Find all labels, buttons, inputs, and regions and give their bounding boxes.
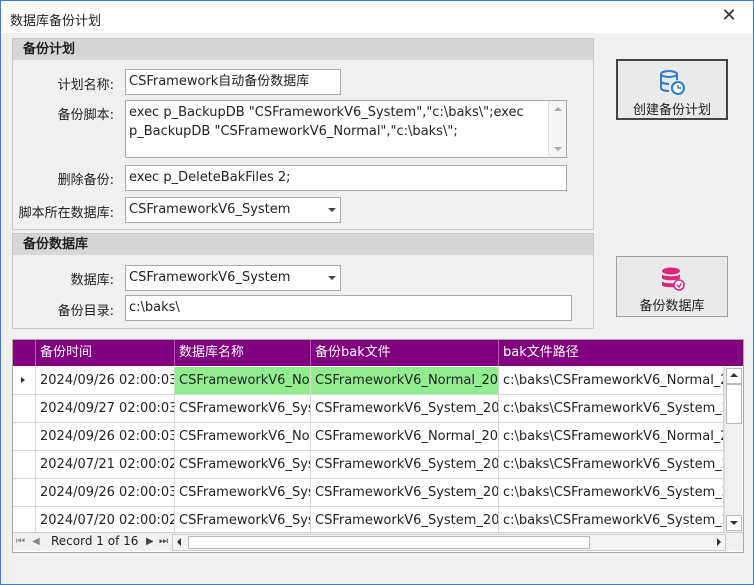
first-record-icon[interactable]: ⏮: [16, 536, 25, 547]
scroll-up-icon[interactable]: [554, 107, 562, 111]
backup-db-combo[interactable]: CSFrameworkV6_System: [125, 265, 341, 291]
record-indicator: Record 1 of 16: [51, 534, 139, 548]
chevron-down-icon: [730, 521, 738, 525]
chevron-down-icon[interactable]: [328, 208, 336, 212]
last-record-icon[interactable]: ⏭: [159, 536, 168, 547]
col-header-bakfile[interactable]: 备份bak文件: [311, 340, 499, 366]
cell-bakfile[interactable]: CSFrameworkV6_Normal_202...: [311, 423, 499, 451]
row-indicator[interactable]: [13, 479, 36, 507]
plan-group-header: 备份计划: [13, 39, 593, 60]
chevron-up-icon: [730, 373, 738, 377]
scroll-up-button[interactable]: [726, 368, 742, 384]
cell-bakpath[interactable]: c:\baks\CSFrameworkV6_System_20240926: [499, 479, 724, 507]
cell-time[interactable]: 2024/09/26 02:00:03: [36, 479, 175, 507]
script-line-1: exec p_BackupDB "CSFrameworkV6_System","…: [129, 105, 524, 120]
cell-dbname[interactable]: CSFrameworkV6_Sys...: [175, 479, 311, 507]
scroll-down-icon[interactable]: [554, 147, 562, 151]
db-label: 数据库:: [70, 273, 114, 288]
cell-bakpath[interactable]: c:\baks\CSFrameworkV6_Normal_20240926: [499, 367, 724, 395]
next-record-icon[interactable]: ▶: [146, 536, 154, 547]
cell-bakpath[interactable]: c:\baks\CSFrameworkV6_System_20240721: [499, 451, 724, 479]
cell-time[interactable]: 2024/07/20 02:00:02: [36, 507, 175, 535]
delete-label: 删除备份:: [57, 173, 114, 188]
create-plan-label: 创建备份计划: [632, 103, 711, 118]
cell-bakfile[interactable]: CSFrameworkV6_Normal_202...: [311, 367, 499, 395]
col-header-bakpath[interactable]: bak文件路径: [499, 340, 743, 366]
cell-bakpath[interactable]: c:\baks\CSFrameworkV6_Normal_20240926: [499, 423, 724, 451]
cell-time[interactable]: 2024/09/27 02:00:03: [36, 395, 175, 423]
create-plan-button[interactable]: 创建备份计划: [616, 59, 728, 120]
database-clock-icon: [660, 70, 685, 95]
backup-history-grid[interactable]: 备份时间 数据库名称 备份bak文件 bak文件路径 2024/09/26 02…: [12, 339, 744, 553]
cell-dbname[interactable]: CSFrameworkV6_Sys...: [175, 451, 311, 479]
backup-db-button[interactable]: 备份数据库: [616, 256, 728, 317]
col-header-time[interactable]: 备份时间: [36, 340, 175, 366]
scroll-thumb[interactable]: [726, 384, 742, 424]
prev-record-icon[interactable]: ◀: [32, 536, 40, 547]
current-row-icon: [21, 377, 25, 383]
grid-navigator: ⏮ ◀ Record 1 of 16 ▶ ⏭: [13, 532, 743, 551]
script-line-2: p_BackupDB "CSFrameworkV6_Normal","c:\ba…: [129, 124, 458, 139]
cell-bakfile[interactable]: CSFrameworkV6_System_202...: [311, 395, 499, 423]
row-indicator[interactable]: [13, 507, 36, 535]
grid-vertical-scrollbar[interactable]: [724, 367, 742, 532]
row-indicator[interactable]: [13, 367, 36, 395]
backup-db-label: 备份数据库: [639, 299, 705, 314]
backup-plan-dialog: 数据库备份计划 ✕ 备份计划 计划名称: CSFramework自动备份数据库 …: [0, 0, 754, 585]
row-indicator[interactable]: [13, 451, 36, 479]
chevron-down-icon[interactable]: [328, 276, 336, 280]
col-header-dbname[interactable]: 数据库名称: [175, 340, 311, 366]
hscroll-thumb[interactable]: [188, 536, 590, 549]
grid-horizontal-scrollbar[interactable]: [172, 534, 726, 551]
script-scrollbar[interactable]: [548, 101, 566, 157]
row-indicator[interactable]: [13, 423, 36, 451]
cell-time[interactable]: 2024/09/26 02:00:03: [36, 423, 175, 451]
cell-time[interactable]: 2024/09/26 02:00:03: [36, 367, 175, 395]
cell-bakfile[interactable]: CSFrameworkV6_System_202...: [311, 479, 499, 507]
cell-dbname[interactable]: CSFrameworkV6_Nor...: [175, 367, 311, 395]
cell-dbname[interactable]: CSFrameworkV6_Sys...: [175, 395, 311, 423]
scroll-down-button[interactable]: [726, 515, 742, 531]
grid-corner: [13, 340, 36, 366]
plan-name-label: 计划名称:: [57, 78, 114, 93]
cell-bakpath[interactable]: c:\baks\CSFrameworkV6_System_20240720: [499, 507, 724, 535]
title-bar: 数据库备份计划 ✕: [1, 1, 753, 33]
db-select-label: 脚本所在数据库:: [18, 206, 114, 221]
close-icon[interactable]: ✕: [719, 5, 739, 26]
chevron-right-icon[interactable]: [717, 538, 721, 546]
cell-bakfile[interactable]: CSFrameworkV6_System_202...: [311, 507, 499, 535]
cell-dbname[interactable]: CSFrameworkV6_Sys...: [175, 507, 311, 535]
plan-name-input[interactable]: CSFramework自动备份数据库: [125, 69, 341, 95]
chevron-left-icon[interactable]: [177, 538, 181, 546]
window-title: 数据库备份计划: [10, 14, 102, 29]
script-textarea[interactable]: exec p_BackupDB "CSFrameworkV6_System","…: [125, 100, 567, 158]
cell-bakpath[interactable]: c:\baks\CSFrameworkV6_System_20240927: [499, 395, 724, 423]
script-label: 备份脚本:: [57, 108, 114, 123]
dir-label: 备份目录:: [57, 304, 114, 319]
script-db-combo[interactable]: CSFrameworkV6_System: [125, 197, 341, 223]
backup-dir-input[interactable]: c:\baks\: [125, 295, 572, 321]
cell-time[interactable]: 2024/07/21 02:00:02: [36, 451, 175, 479]
database-backup-icon: [662, 267, 685, 291]
script-db-value: CSFrameworkV6_System: [129, 202, 291, 217]
backup-db-value: CSFrameworkV6_System: [129, 270, 291, 285]
row-indicator[interactable]: [13, 395, 36, 423]
delete-script-input[interactable]: exec p_DeleteBakFiles 2;: [125, 165, 567, 191]
backup-group-header: 备份数据库: [13, 234, 593, 255]
cell-bakfile[interactable]: CSFrameworkV6_System_202...: [311, 451, 499, 479]
cell-dbname[interactable]: CSFrameworkV6_Nor...: [175, 423, 311, 451]
